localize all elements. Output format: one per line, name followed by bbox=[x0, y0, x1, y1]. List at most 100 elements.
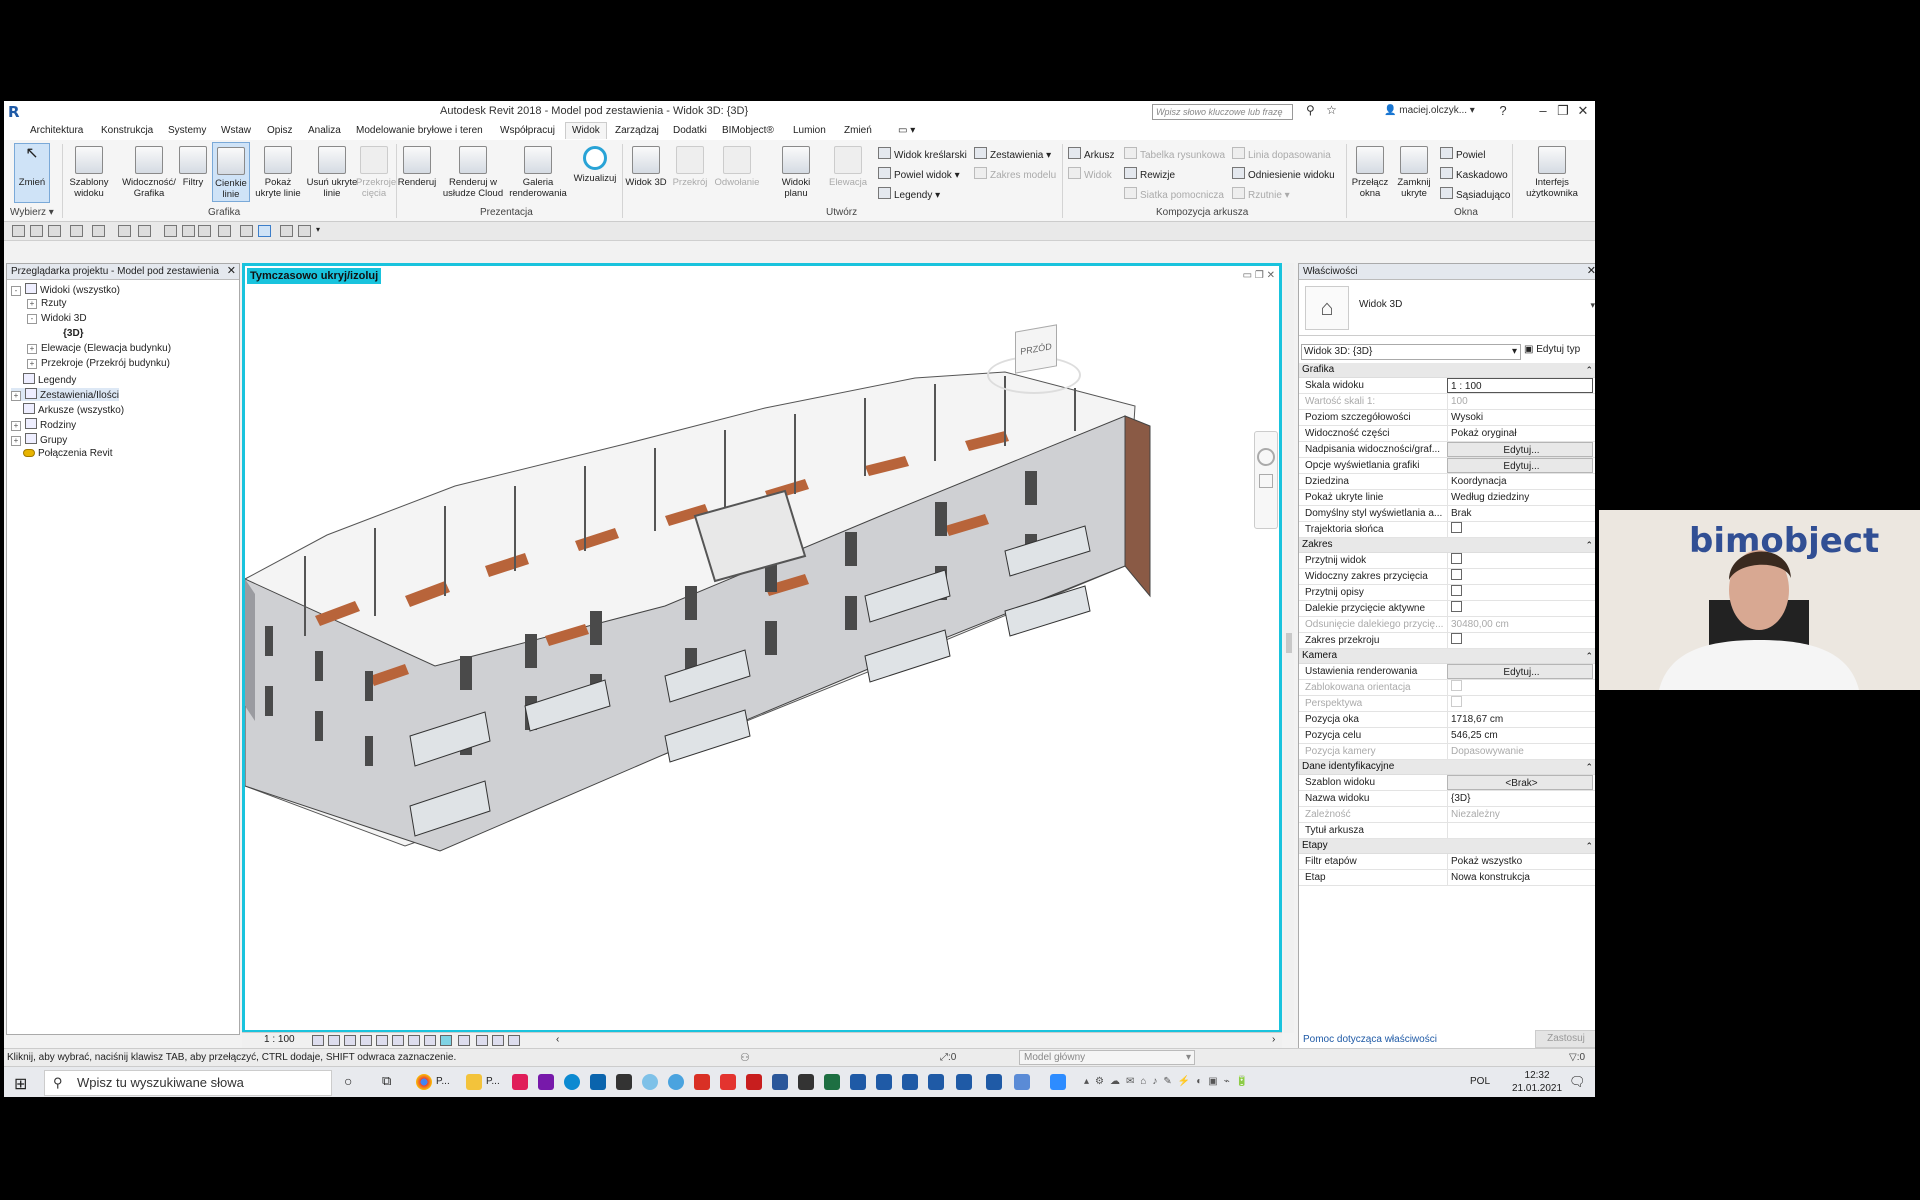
checkbox[interactable] bbox=[1451, 553, 1462, 564]
prop-row[interactable]: Filtr etapów Pokaż wszystko bbox=[1299, 854, 1595, 870]
place-view-button[interactable]: Widok bbox=[1068, 167, 1112, 181]
type-selector[interactable]: ⌂ Widok 3D ▾ bbox=[1299, 280, 1595, 336]
section-icon[interactable] bbox=[240, 225, 253, 237]
drafting-view-button[interactable]: Widok kreślarski bbox=[878, 147, 967, 161]
revit-icon[interactable] bbox=[902, 1074, 918, 1090]
app-blue-icon[interactable] bbox=[1014, 1074, 1030, 1090]
prop-row[interactable]: Tytuł arkusza bbox=[1299, 823, 1595, 839]
notifications-icon[interactable]: 🗨 bbox=[1569, 1074, 1586, 1090]
tree-item-arkusze[interactable]: Arkusze (wszystko) bbox=[23, 403, 124, 416]
filter-count[interactable]: ▽:0 bbox=[1569, 1052, 1585, 1063]
user-interface-button[interactable]: Interfejs użytkownika bbox=[1522, 142, 1582, 199]
instance-selector[interactable]: Widok 3D: {3D} ▾ bbox=[1301, 344, 1521, 360]
render-dialog-icon[interactable] bbox=[376, 1035, 388, 1046]
checkbox[interactable] bbox=[1451, 522, 1462, 533]
expand-icon[interactable]: + bbox=[27, 359, 37, 369]
outlook-icon[interactable] bbox=[590, 1074, 606, 1090]
switch-windows-icon[interactable] bbox=[298, 225, 311, 237]
cascade-button[interactable]: Kaskadowo bbox=[1440, 167, 1508, 181]
group-wybierz[interactable]: Wybierz ▾ bbox=[10, 207, 54, 218]
title-block-button[interactable]: Tabelka rysunkowa bbox=[1124, 147, 1225, 161]
shadows-icon[interactable] bbox=[360, 1035, 372, 1046]
checkbox[interactable] bbox=[1451, 585, 1462, 596]
chrome-icon[interactable] bbox=[416, 1074, 432, 1090]
section-dane-identyfikacyjne[interactable]: Dane identyfikacyjne ⌃ bbox=[1299, 760, 1595, 775]
prop-value[interactable]: Pokaż oryginał bbox=[1447, 426, 1593, 441]
print-icon[interactable] bbox=[118, 225, 131, 237]
visual-style-icon[interactable] bbox=[328, 1035, 340, 1046]
apply-button[interactable]: Zastosuj bbox=[1535, 1030, 1595, 1048]
expand-icon[interactable]: + bbox=[27, 299, 37, 309]
expand-icon[interactable]: + bbox=[11, 421, 21, 431]
tab-wspolpracuj[interactable]: Współpracuj bbox=[500, 125, 555, 136]
windows-start-icon[interactable]: ⊞ bbox=[14, 1074, 27, 1094]
prop-value[interactable]: Wysoki bbox=[1447, 410, 1593, 425]
prop-row[interactable]: Skala widoku 1 : 100 bbox=[1299, 378, 1595, 394]
render-cloud-button[interactable]: Renderuj w usłudze Cloud bbox=[440, 142, 506, 199]
paint-icon[interactable] bbox=[642, 1074, 658, 1090]
checkbox[interactable] bbox=[1451, 633, 1462, 644]
section-grafika[interactable]: Grafika ⌃ bbox=[1299, 363, 1595, 378]
highlight-icon[interactable] bbox=[492, 1035, 504, 1046]
prop-row[interactable]: Zakres przekroju bbox=[1299, 633, 1595, 649]
viewcube[interactable]: PRZÓD bbox=[987, 324, 1081, 398]
section-button[interactable]: Przekrój bbox=[668, 142, 712, 188]
scrollbar-thumb[interactable] bbox=[1286, 633, 1292, 653]
tree-item-grupy[interactable]: + Grupy bbox=[11, 433, 67, 446]
prop-value[interactable]: Koordynacja bbox=[1447, 474, 1593, 489]
view-vertical-scrollbar[interactable] bbox=[1284, 263, 1294, 1033]
3d-view-icon[interactable] bbox=[218, 225, 231, 237]
close-hidden-icon[interactable] bbox=[280, 225, 293, 237]
prop-value[interactable]: 1 : 100 bbox=[1447, 378, 1593, 393]
render-button[interactable]: Renderuj bbox=[392, 142, 442, 188]
settings-gear-icon[interactable] bbox=[668, 1074, 684, 1090]
prop-row[interactable]: Pokaż ukryte linie Według dziedziny bbox=[1299, 490, 1595, 506]
prop-value[interactable] bbox=[1447, 823, 1593, 838]
prop-value[interactable]: 546,25 cm bbox=[1447, 728, 1593, 743]
taskbar-clock[interactable]: 12:32 21.01.2021 bbox=[1512, 1069, 1562, 1095]
edit-button[interactable]: Edytuj... bbox=[1447, 442, 1593, 457]
prop-row[interactable]: Widoczność części Pokaż oryginał bbox=[1299, 426, 1595, 442]
callout-button[interactable]: Odwołanie bbox=[712, 142, 762, 188]
prop-row[interactable]: Widoczny zakres przycięcia bbox=[1299, 569, 1595, 585]
checkbox[interactable] bbox=[1451, 569, 1462, 580]
temp-hide-icon[interactable] bbox=[440, 1035, 452, 1046]
matchline-button[interactable]: Linia dopasowania bbox=[1232, 147, 1331, 161]
tab-konstrukcja[interactable]: Konstrukcja bbox=[101, 125, 153, 136]
section-etapy[interactable]: Etapy ⌃ bbox=[1299, 839, 1595, 854]
sync-icon[interactable] bbox=[48, 225, 61, 237]
onenote-icon[interactable] bbox=[538, 1074, 554, 1090]
prop-row[interactable]: Przytnij widok bbox=[1299, 553, 1595, 569]
prop-value[interactable]: Pokaż wszystko bbox=[1447, 854, 1593, 869]
view-3d-canvas[interactable]: Tymczasowo ukryj/izoluj ▭ ❐ ✕ PRZÓD bbox=[242, 263, 1282, 1033]
customize-qat-icon[interactable]: ▾ bbox=[316, 225, 327, 235]
edit-type-button[interactable]: ▣ Edytuj typ bbox=[1524, 344, 1580, 355]
section-kamera[interactable]: Kamera ⌃ bbox=[1299, 649, 1595, 664]
dropdown-arrow-icon[interactable]: ▾ bbox=[1590, 300, 1595, 311]
prop-row[interactable]: Pozycja celu 546,25 cm bbox=[1299, 728, 1595, 744]
visibility-graphics-button[interactable]: Widoczność/ Grafika bbox=[121, 142, 177, 199]
tab-opisz[interactable]: Opisz bbox=[267, 125, 293, 136]
app-red-icon[interactable] bbox=[694, 1074, 710, 1090]
open-icon[interactable] bbox=[12, 225, 25, 237]
duplicate-view-button[interactable]: Powiel widok ▾ bbox=[878, 167, 960, 181]
restore-button[interactable]: ❐ bbox=[1554, 102, 1572, 120]
prop-value[interactable]: Brak bbox=[1447, 506, 1593, 521]
scroll-left-icon[interactable]: ‹ bbox=[556, 1034, 559, 1045]
revit-icon[interactable] bbox=[928, 1074, 944, 1090]
modify-button[interactable]: ↖ Zmień bbox=[14, 143, 50, 203]
snip-icon[interactable] bbox=[616, 1074, 632, 1090]
elevation-button[interactable]: Elewacja bbox=[826, 142, 870, 188]
prop-value[interactable]: Według dziedziny bbox=[1447, 490, 1593, 505]
prop-row[interactable]: Domyślny styl wyświetlania a... Brak bbox=[1299, 506, 1595, 522]
minimize-button[interactable]: – bbox=[1534, 102, 1552, 120]
view-scale[interactable]: 1 : 100 bbox=[264, 1034, 295, 1045]
tab-zmien[interactable]: Zmień bbox=[844, 125, 872, 136]
dimension-icon[interactable] bbox=[164, 225, 177, 237]
crop-view-icon[interactable] bbox=[408, 1035, 420, 1046]
tree-item-polaczenia[interactable]: Połączenia Revit bbox=[23, 448, 112, 459]
scroll-right-icon[interactable]: › bbox=[1272, 1034, 1275, 1045]
undo-icon[interactable] bbox=[70, 225, 83, 237]
binoculars-icon[interactable]: ⚲ bbox=[1306, 103, 1315, 117]
prop-row[interactable]: Przytnij opisy bbox=[1299, 585, 1595, 601]
